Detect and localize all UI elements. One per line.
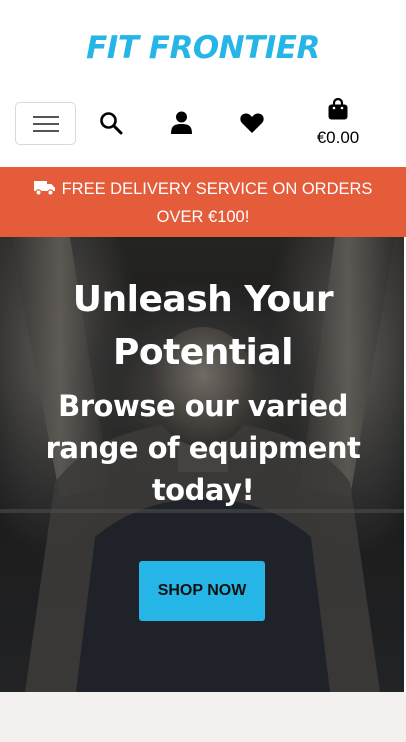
cart-button[interactable]: €0.00 — [303, 98, 373, 150]
wishlist-button[interactable] — [240, 113, 264, 133]
shop-now-button[interactable]: SHOP NOW — [139, 561, 265, 621]
brand-logo[interactable]: FIT FRONTIER — [0, 30, 406, 70]
delivery-text-line-1: FREE DELIVERY SERVICE ON ORDERS — [61, 180, 373, 198]
delivery-banner: FREE DELIVERY SERVICE ON ORDERS OVER €10… — [0, 167, 406, 237]
delivery-text-line-2: OVER €100! — [156, 208, 250, 226]
account-button[interactable] — [171, 111, 192, 135]
cart-total: €0.00 — [316, 128, 360, 147]
truck-icon — [33, 178, 56, 204]
hero-title-line-1: Unleash Your — [72, 279, 334, 320]
search-button[interactable] — [99, 111, 123, 135]
shopping-bag-icon — [328, 98, 348, 120]
menu-toggle-button[interactable] — [15, 102, 76, 145]
hero-title-line-2: Potential — [112, 332, 294, 373]
delivery-banner-line-1: FREE DELIVERY SERVICE ON ORDERS — [0, 176, 406, 204]
next-section-strip — [0, 692, 406, 742]
hero-title: Unleash Your Potential — [0, 273, 406, 379]
hero-section: Unleash Your Potential Browse our varied… — [0, 237, 406, 692]
header-toolbar: €0.00 — [0, 96, 406, 158]
hero-subtitle-line-1: Browse our varied — [58, 389, 348, 423]
heart-icon — [240, 113, 264, 133]
hero-subtitle-line-3: today! — [151, 473, 255, 507]
hero-subtitle: Browse our varied range of equipment tod… — [20, 385, 386, 511]
user-icon — [171, 111, 192, 135]
hero-subtitle-line-2: range of equipment — [45, 431, 361, 465]
search-icon — [99, 111, 123, 135]
